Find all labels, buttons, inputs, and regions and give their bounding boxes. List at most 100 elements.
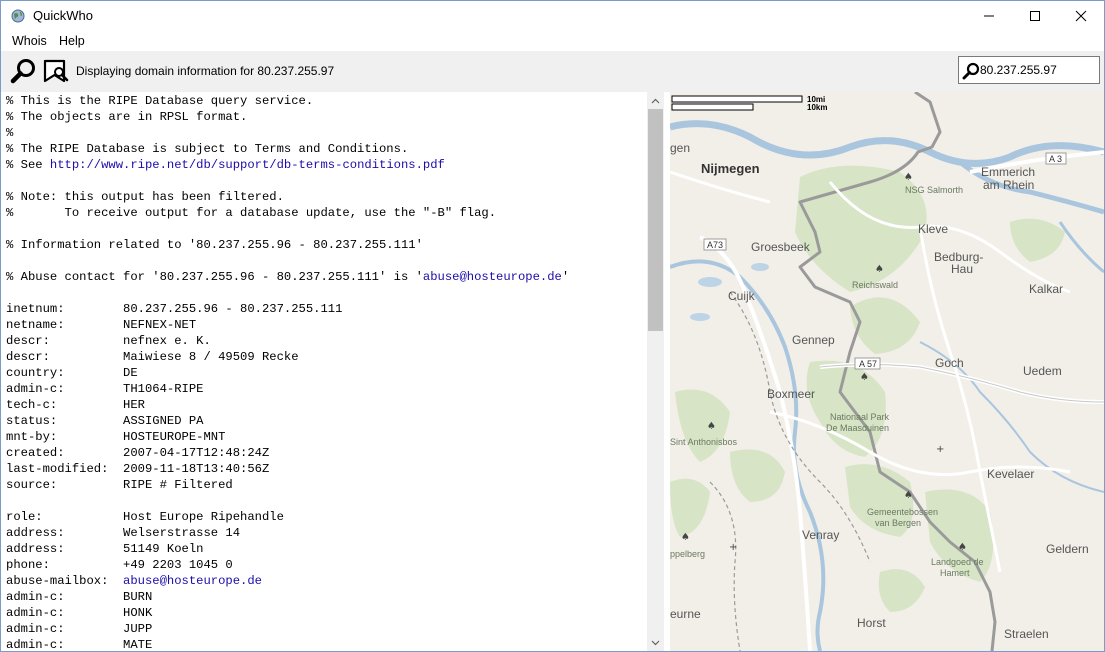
output-line: % Abuse contact for '80.237.255.96 - 80.… (6, 270, 569, 284)
output-text: admin-c: JUPP (6, 622, 153, 636)
forest-area (670, 478, 710, 537)
place-label: gen (670, 141, 690, 155)
forest-area (1010, 218, 1065, 262)
place-label: Cuijk (728, 289, 756, 303)
output-text: admin-c: TH1064-RIPE (6, 382, 204, 396)
output-text: % The RIPE Database is subject to Terms … (6, 142, 409, 156)
scroll-thumb[interactable] (648, 109, 663, 331)
minimize-button[interactable] (966, 1, 1012, 31)
output-line: % To receive output for a database updat… (6, 206, 496, 220)
place-label: Horst (857, 616, 886, 630)
place-label: eurne (670, 607, 701, 621)
place-label: ppelberg (670, 549, 705, 559)
output-text: mnt-by: HOSTEUROPE-MNT (6, 430, 226, 444)
maximize-icon (1030, 11, 1040, 21)
scroll-down-button[interactable] (647, 634, 664, 651)
output-text: % See (6, 158, 50, 172)
menu-help[interactable]: Help (59, 34, 85, 48)
close-button[interactable] (1058, 1, 1104, 31)
river-small (1058, 221, 1104, 274)
output-text: address: Welserstrasse 14 (6, 526, 241, 540)
title-bar[interactable]: QuickWho (1, 1, 1104, 31)
output-link[interactable]: http://www.ripe.net/db/support/db-terms-… (50, 158, 445, 172)
output-link[interactable]: abuse@hosteurope.de (423, 270, 562, 284)
output-text: source: RIPE # Filtered (6, 478, 233, 492)
forest-area (730, 449, 785, 502)
search-icon (962, 62, 980, 80)
output-line: source: RIPE # Filtered (6, 478, 233, 492)
output-line: country: DE (6, 366, 138, 380)
tree-icon: ♠ (681, 532, 690, 543)
output-line: % The RIPE Database is subject to Terms … (6, 142, 408, 156)
tree-icon: ♠ (875, 264, 884, 275)
tree-icon: ♠ (958, 542, 967, 553)
bookmark-search-icon[interactable] (42, 57, 70, 85)
output-text: % Information related to '80.237.255.96 … (6, 238, 423, 252)
road-label-a3: A 3 (1049, 154, 1062, 164)
output-text: created: 2007-04-17T12:48:24Z (6, 446, 270, 460)
place-label: Hamert (940, 568, 970, 578)
output-line: phone: +49 2203 1045 0 (6, 558, 233, 572)
place-label: am Rhein (983, 178, 1034, 192)
output-line: address: Welserstrasse 14 (6, 526, 240, 540)
output-line: % The objects are in RPSL format. (6, 110, 247, 124)
output-line: descr: nefnex e. K. (6, 334, 211, 348)
chevron-down-icon (651, 640, 660, 645)
output-line: admin-c: MATE (6, 638, 152, 651)
output-text: descr: nefnex e. K. (6, 334, 211, 348)
lookup-search-icon[interactable] (10, 57, 38, 85)
output-text: admin-c: MATE (6, 638, 153, 651)
output-text: address: 51149 Koeln (6, 542, 204, 556)
output-line: role: Host Europe Ripehandle (6, 510, 284, 524)
map-view[interactable]: 10mi 10km A 3 A73 A 57 ♠ ♠ ♠ ♠ ♠ ♠ ♠ + +… (670, 92, 1104, 651)
place-label: Nijmegen (701, 161, 760, 176)
output-text: last-modified: 2009-11-18T13:40:56Z (6, 462, 270, 476)
scroll-up-button[interactable] (647, 92, 664, 109)
place-label: van Bergen (875, 518, 921, 528)
output-line: % (6, 126, 13, 140)
output-line: admin-c: JUPP (6, 622, 152, 636)
scale-bar-mi (671, 95, 803, 103)
scale-bar-km (671, 103, 754, 111)
cross-icon: + (729, 542, 737, 553)
output-line: % Note: this output has been filtered. (6, 190, 284, 204)
whois-output-text: % This is the RIPE Database query servic… (6, 93, 569, 651)
map-scale: 10mi 10km (671, 95, 827, 112)
lake (690, 313, 710, 321)
tree-icon: ♠ (904, 172, 913, 183)
output-line: mnt-by: HOSTEUROPE-MNT (6, 430, 225, 444)
search-input[interactable]: 80.237.255.97 (958, 56, 1100, 84)
output-text: admin-c: BURN (6, 590, 153, 604)
place-label: Nationaal Park (830, 412, 890, 422)
minimize-icon (984, 15, 994, 17)
output-text: phone: +49 2203 1045 0 (6, 558, 233, 572)
output-link[interactable]: abuse@hosteurope.de (123, 574, 262, 588)
maximize-button[interactable] (1012, 1, 1058, 31)
lake (698, 277, 722, 287)
road (670, 170, 771, 204)
search-value: 80.237.255.97 (980, 63, 1057, 77)
forest-area (675, 389, 730, 462)
place-label: NSG Salmorth (905, 185, 963, 195)
place-label: Goch (935, 356, 964, 370)
place-label: Landgoed de (931, 557, 984, 567)
app-window: QuickWho Whois Help Displaying domain in… (0, 0, 1105, 652)
output-text: country: DE (6, 366, 138, 380)
place-label: Reichswald (852, 280, 898, 290)
output-text: % The objects are in RPSL format. (6, 110, 248, 124)
output-line: inetnum: 80.237.255.96 - 80.237.255.111 (6, 302, 342, 316)
output-line: % See http://www.ripe.net/db/support/db-… (6, 158, 445, 172)
menu-whois[interactable]: Whois (12, 34, 47, 48)
cross-icon: + (936, 444, 944, 455)
road-label-a57: A 57 (859, 359, 877, 369)
window-title: QuickWho (33, 8, 93, 23)
place-label: De Maasduinen (826, 423, 889, 433)
tree-icon: ♠ (707, 421, 716, 432)
forest-area (878, 569, 925, 612)
place-label: Emmerich (981, 165, 1035, 179)
place-label: Geldern (1046, 542, 1089, 556)
place-label: Boxmeer (767, 387, 815, 401)
vertical-scrollbar[interactable] (647, 92, 664, 651)
output-line: tech-c: HER (6, 398, 145, 412)
whois-output-pane[interactable]: % This is the RIPE Database query servic… (1, 92, 647, 651)
